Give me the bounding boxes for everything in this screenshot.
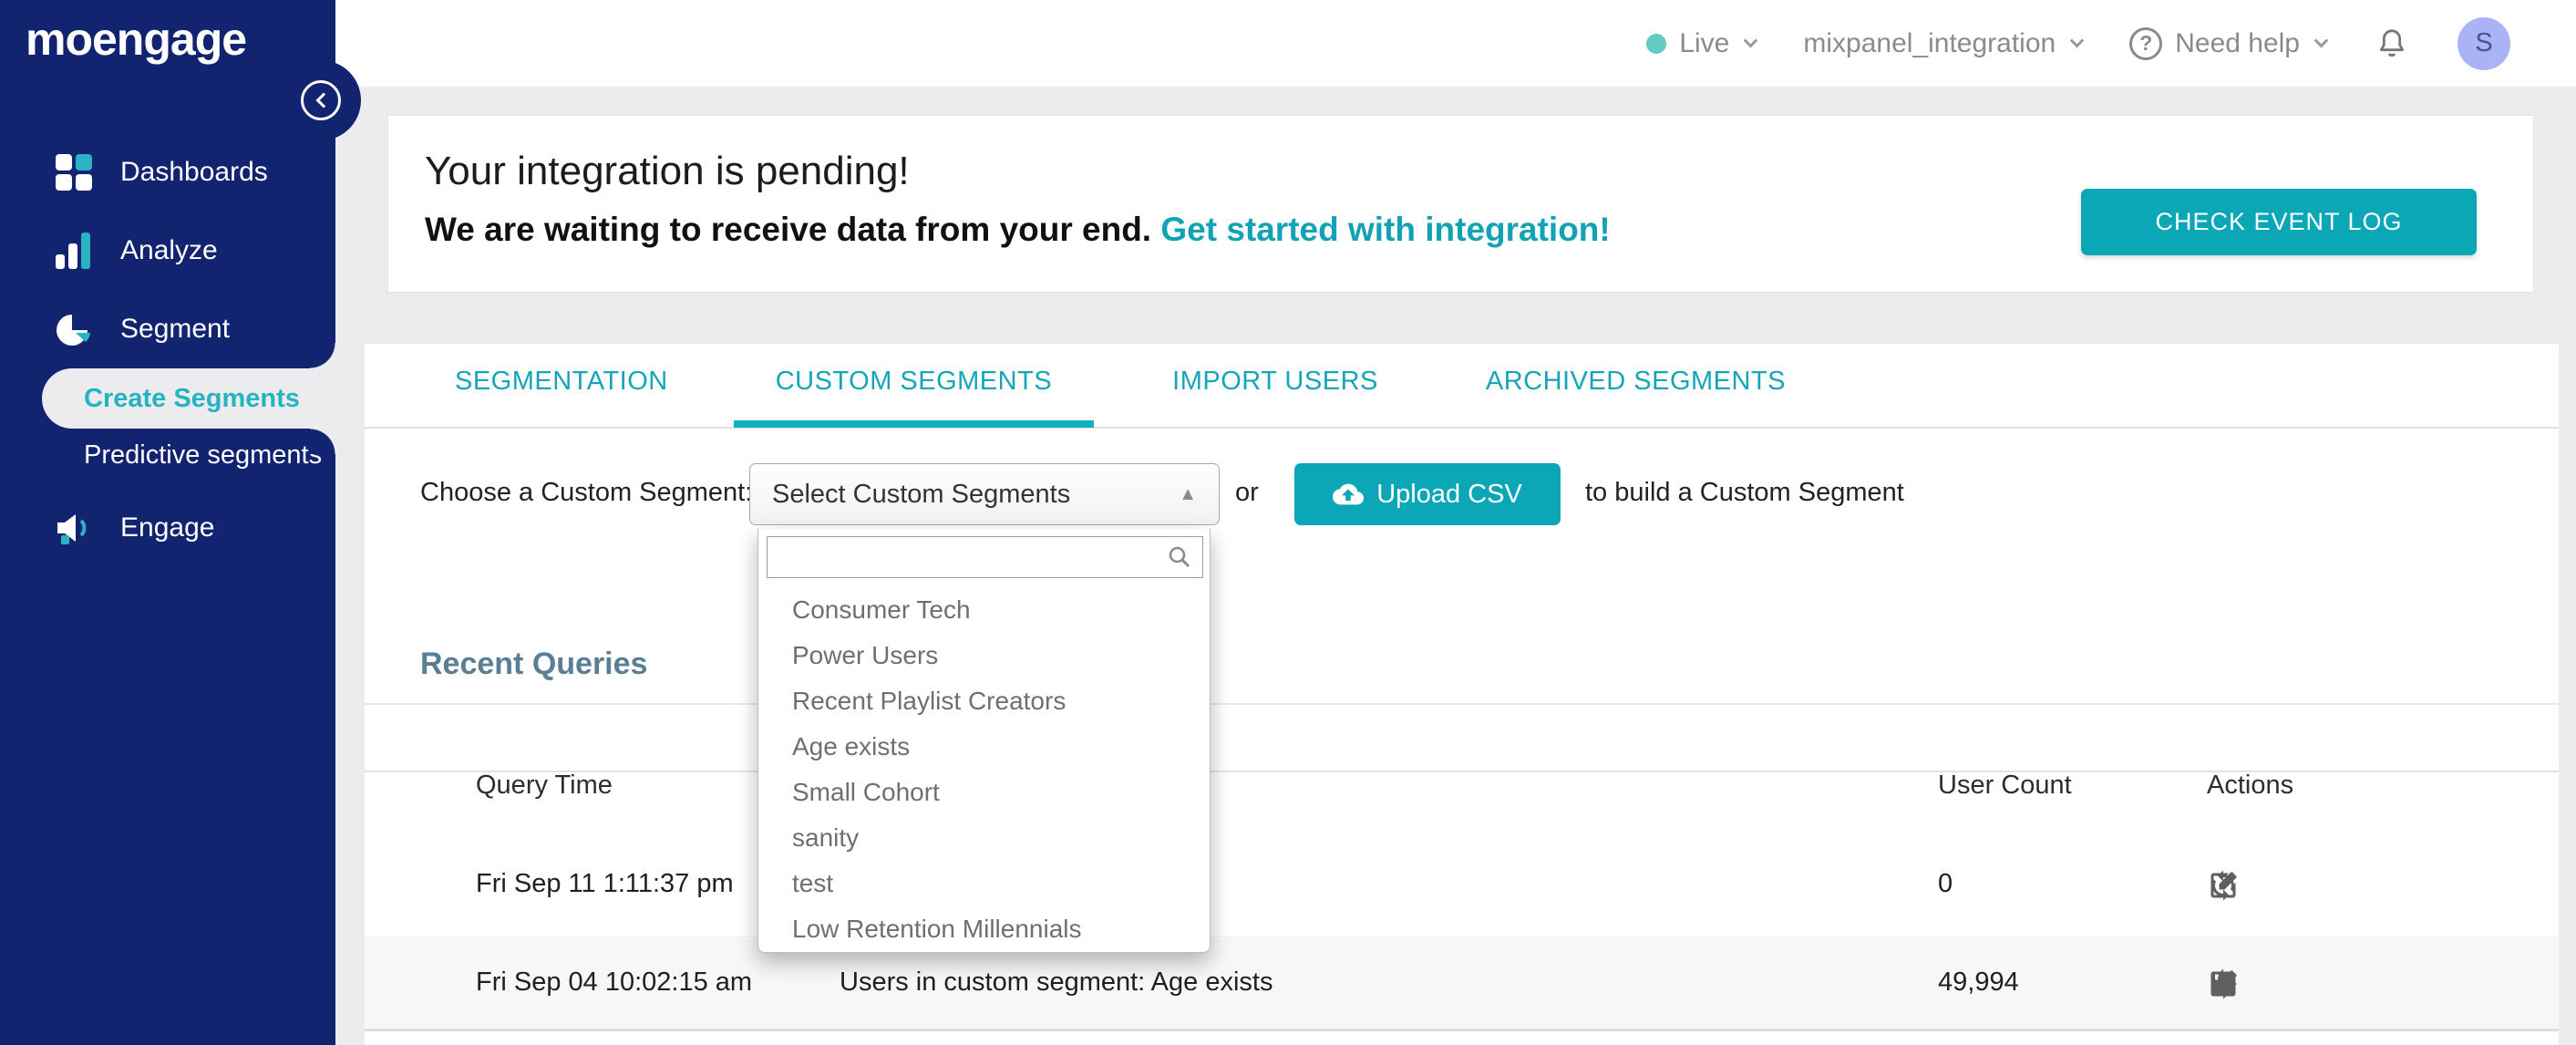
segments-card: SEGMENTATION CUSTOM SEGMENTS IMPORT USERS A… <box>365 344 2559 1045</box>
question-circle-icon: ? <box>2129 26 2163 60</box>
banner-subtitle-text: We are waiting to receive data from your… <box>425 211 1152 248</box>
recent-queries-title: Recent Queries <box>420 647 648 681</box>
dropdown-option[interactable]: Consumer Tech <box>758 587 1210 633</box>
chevron-down-icon <box>1744 33 1758 48</box>
notch-bottom <box>310 429 335 454</box>
divider <box>365 771 2559 772</box>
notification-bell-icon[interactable] <box>2374 24 2410 64</box>
dashboards-icon <box>53 151 95 193</box>
dropdown-option[interactable]: Small Cohort <box>758 770 1210 815</box>
search-icon <box>1169 546 1190 568</box>
sidebar-collapse-button[interactable] <box>301 80 341 120</box>
query-time-cell: Fri Sep 04 10:02:15 am <box>476 967 753 997</box>
tab-label: CUSTOM SEGMENTS <box>775 367 1053 396</box>
sidebar-item-label: Create Segments <box>84 383 300 413</box>
tab-segmentation[interactable]: SEGMENTATION <box>413 343 710 428</box>
tab-label: IMPORT USERS <box>1172 367 1378 396</box>
engage-icon <box>53 507 95 549</box>
custom-segment-dropdown: Consumer Tech Power Users Recent Playlist … <box>757 529 1211 953</box>
table-row: Fri Sep 04 10:02:15 am Users in custom se… <box>365 938 2559 1031</box>
dropdown-option[interactable]: Recent Playlist Creators <box>758 678 1210 724</box>
edit-icon[interactable] <box>2207 869 2240 902</box>
custom-segment-select[interactable]: Select Custom Segments ▲ <box>749 463 1220 525</box>
sidebar-item-create-segments[interactable]: Create Segments <box>42 343 335 454</box>
triangle-up-icon: ▲ <box>1179 483 1197 504</box>
table-row: Fri Sep 11 1:11:37 pm 0 <box>365 833 2559 937</box>
project-selector[interactable]: mixpanel_integration <box>1803 27 2085 59</box>
project-name: mixpanel_integration <box>1803 27 2056 58</box>
tab-archived-segments[interactable]: ARCHIVED SEGMENTS <box>1444 343 1828 428</box>
sidebar-item-analyze[interactable]: Analyze <box>0 212 335 290</box>
cloud-upload-icon <box>1333 483 1365 505</box>
dropdown-option[interactable]: test <box>758 861 1210 906</box>
dropdown-search <box>767 536 1203 578</box>
integration-banner: Your integration is pending! We are wait… <box>387 115 2534 293</box>
chevron-down-icon <box>2313 33 2329 48</box>
check-event-log-button[interactable]: CHECK EVENT LOG <box>2081 189 2477 255</box>
help-label: Need help <box>2175 27 2300 58</box>
export-icon[interactable] <box>2207 967 2240 1000</box>
sidebar-item-predictive-segments[interactable]: Predictive segments <box>0 429 335 481</box>
column-header-query-time: Query Time <box>476 771 613 800</box>
upload-csv-button[interactable]: Upload CSV <box>1294 463 1561 525</box>
tab-bar: SEGMENTATION CUSTOM SEGMENTS IMPORT USERS A… <box>365 344 2559 429</box>
sidebar-items: Dashboards Analyze Segment Create Segments P… <box>0 133 335 567</box>
or-text: or <box>1235 478 1259 507</box>
dropdown-options: Consumer Tech Power Users Recent Playlist … <box>758 587 1210 952</box>
sidebar-item-dashboards[interactable]: Dashboards <box>0 133 335 212</box>
user-count-cell: 49,994 <box>1938 967 2019 997</box>
banner-subtitle: We are waiting to receive data from your… <box>425 211 1611 249</box>
user-count-cell: 0 <box>1938 869 1953 898</box>
tab-import-users[interactable]: IMPORT USERS <box>1118 343 1420 428</box>
tab-label: SEGMENTATION <box>455 367 668 396</box>
sidebar: moengage Dashboards Analyze Segment Create … <box>0 0 361 1045</box>
dropdown-option[interactable]: sanity <box>758 815 1210 861</box>
chevron-left-icon <box>315 92 331 109</box>
chevron-down-icon <box>2069 33 2085 48</box>
column-header-user-count: User Count <box>1938 771 2072 800</box>
suffix-text: to build a Custom Segment <box>1585 478 1904 507</box>
app-screen: moengage Dashboards Analyze Segment Create … <box>0 0 2576 1045</box>
segment-icon <box>53 308 95 350</box>
tab-custom-segments[interactable]: CUSTOM SEGMENTS <box>733 343 1095 428</box>
upload-csv-label: Upload CSV <box>1376 479 1522 509</box>
analyze-icon <box>53 230 95 272</box>
divider <box>365 703 2559 705</box>
column-header-actions: Actions <box>2207 771 2294 800</box>
env-label: Live <box>1679 27 1730 58</box>
sidebar-item-label: Engage <box>120 512 215 543</box>
live-status-dot <box>1646 33 1667 54</box>
sidebar-item-engage[interactable]: Engage <box>0 489 335 567</box>
query-time-cell: Fri Sep 11 1:11:37 pm <box>476 869 734 898</box>
sidebar-item-label: Analyze <box>120 235 218 265</box>
sidebar-item-label: Segment <box>120 314 231 344</box>
dropdown-option[interactable]: Age exists <box>758 724 1210 770</box>
sidebar-item-label: Predictive segments <box>84 440 323 470</box>
sidebar-item-segment[interactable]: Segment <box>0 290 335 368</box>
chooser-label: Choose a Custom Segment: <box>420 478 753 507</box>
search-input[interactable] <box>768 539 1166 575</box>
query-cell: Users in custom segment: Age exists <box>840 967 1273 997</box>
top-header: Live mixpanel_integration ? Need help S <box>335 0 2576 87</box>
banner-title: Your integration is pending! <box>425 149 910 193</box>
tab-label: ARCHIVED SEGMENTS <box>1485 367 1787 396</box>
get-started-link[interactable]: Get started with integration! <box>1160 211 1610 248</box>
table-header: Query Time User Count Actions <box>365 745 2559 831</box>
help-menu[interactable]: ? Need help <box>2129 26 2329 60</box>
dropdown-option[interactable]: Low Retention Millennials <box>758 906 1210 952</box>
notch-top <box>310 343 335 368</box>
avatar[interactable]: S <box>2458 16 2510 70</box>
env-selector[interactable]: Live <box>1646 27 1758 59</box>
dropdown-option[interactable]: Power Users <box>758 633 1210 678</box>
select-value: Select Custom Segments <box>772 479 1071 509</box>
sidebar-item-label: Dashboards <box>120 157 268 187</box>
moengage-logo: moengage <box>26 14 247 65</box>
